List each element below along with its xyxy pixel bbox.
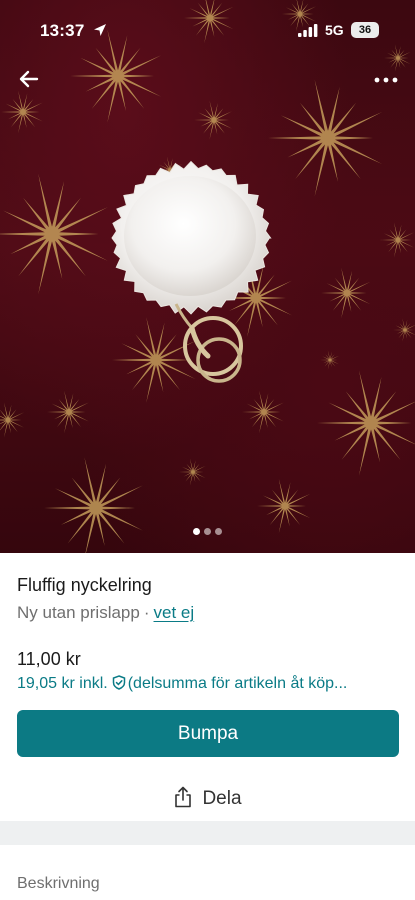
gold-star (242, 390, 284, 434)
gold-star (0, 402, 25, 438)
back-arrow-icon (19, 70, 39, 88)
share-label: Dela (202, 788, 242, 809)
share-icon (175, 786, 192, 808)
pager-dot (215, 528, 222, 535)
more-options-icon (374, 77, 398, 83)
bump-button[interactable]: Bumpa (17, 710, 399, 757)
meta-separator: · (143, 603, 150, 622)
battery-icon: 36 (351, 22, 379, 38)
pager-dot (204, 528, 211, 535)
location-arrow-icon (94, 24, 106, 36)
description-heading: Beskrivning (17, 875, 100, 892)
shield-check-icon (112, 675, 125, 690)
item-price: 11,00 kr (17, 649, 81, 669)
gold-star (393, 318, 415, 342)
more-options-button[interactable] (370, 64, 402, 94)
price-incl-note: (delsumma för artikeln åt köp... (127, 675, 348, 692)
gold-star (179, 458, 206, 486)
share-button[interactable]: Dela (17, 775, 399, 822)
photo-artwork (0, 0, 415, 553)
item-condition: Ny utan prislapp (17, 603, 140, 622)
photo-pager (0, 528, 415, 538)
item-meta: Ny utan prislapp · vet ej (17, 603, 194, 623)
item-photo[interactable]: 13:37 5G 36 (0, 0, 415, 553)
gold-star (1, 90, 43, 134)
gold-star (320, 350, 339, 370)
gold-star (47, 390, 89, 434)
gold-star (380, 222, 415, 258)
signal-bars-icon (298, 24, 318, 37)
gold-star (317, 370, 415, 476)
pager-dot (193, 528, 200, 535)
gold-star (44, 457, 143, 553)
status-bar: 13:37 5G 36 (0, 0, 415, 60)
gold-star (257, 478, 311, 534)
network-label: 5G (325, 22, 344, 38)
price-incl-buyer-protection[interactable]: 19,05 kr inkl. (delsumma för artikeln åt… (17, 675, 402, 693)
gold-star (112, 317, 196, 403)
item-title: Fluffig nyckelring (17, 575, 152, 595)
gold-star (268, 79, 383, 197)
gold-star (0, 173, 108, 295)
gold-star (321, 267, 371, 319)
item-brand-link[interactable]: vet ej (154, 603, 195, 622)
price-incl-amount: 19,05 kr inkl. (17, 675, 108, 692)
back-button[interactable] (14, 64, 44, 94)
status-time: 13:37 (40, 21, 85, 40)
gold-star (194, 100, 232, 140)
section-divider (0, 821, 415, 845)
keyring-illustration (111, 160, 272, 383)
